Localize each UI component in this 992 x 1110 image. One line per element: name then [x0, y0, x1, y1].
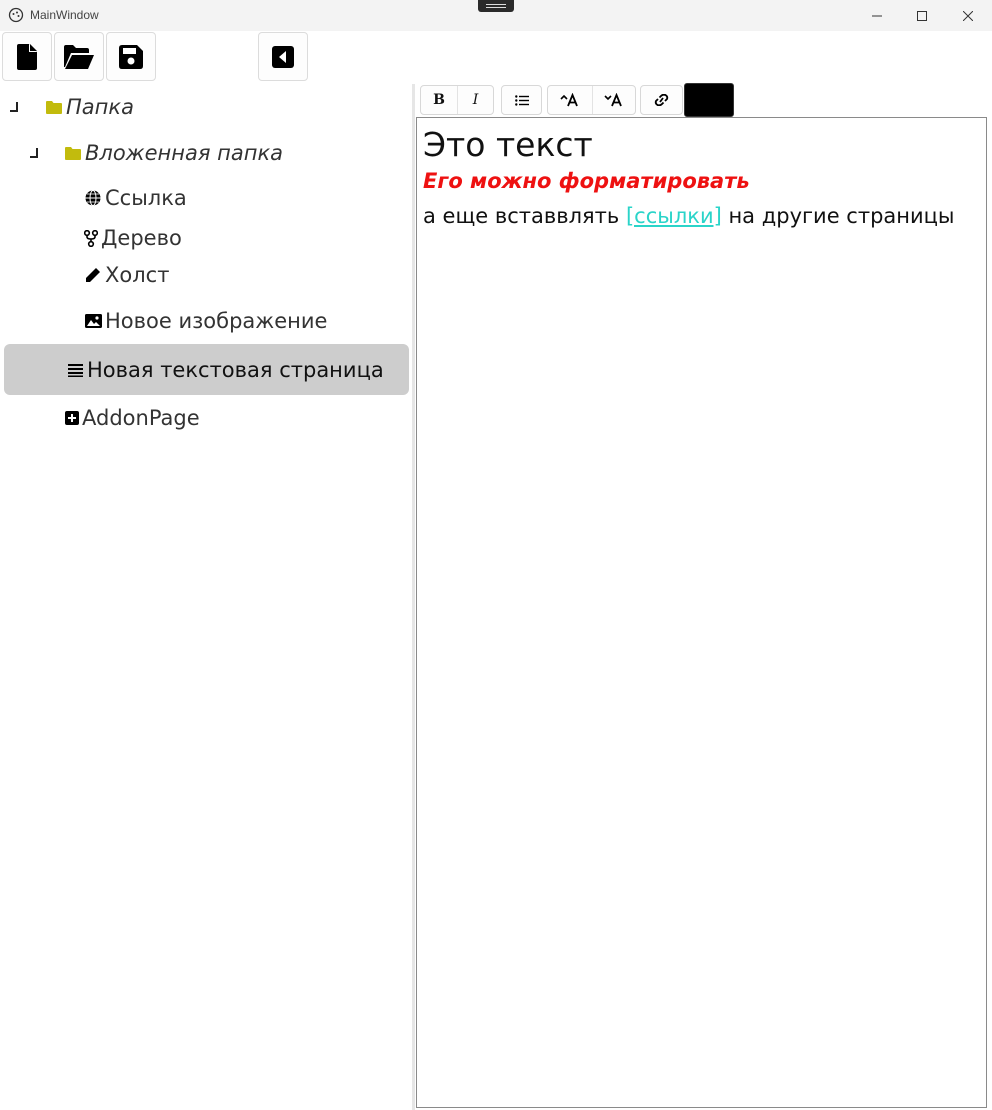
- tree-item-label: Новое изображение: [105, 309, 328, 333]
- editor-heading: Это текст: [423, 125, 593, 164]
- page-link[interactable]: [ссылки]: [626, 204, 722, 228]
- drag-grip[interactable]: [478, 0, 514, 12]
- page-tree: Папка Вложенная папка Ссылка Дерево Холс…: [0, 84, 413, 1110]
- bold-italic-group: B I: [420, 85, 494, 115]
- text-color-picker[interactable]: [684, 83, 734, 117]
- text-lines-icon: [66, 361, 84, 379]
- collapse-panel-icon: [272, 45, 294, 68]
- increase-font-icon: [560, 93, 578, 107]
- close-button[interactable]: [945, 0, 991, 31]
- tree-item-link[interactable]: Ссылка: [84, 180, 187, 216]
- link-group: [640, 85, 683, 115]
- minimize-button[interactable]: [854, 0, 900, 31]
- title-bar: MainWindow: [0, 0, 992, 31]
- maximize-button[interactable]: [899, 0, 945, 31]
- tree-item-label: AddonPage: [82, 406, 200, 430]
- decrease-font-icon: [604, 93, 622, 107]
- tree-item-label: Новая текстовая страница: [87, 358, 384, 382]
- rich-text-editor[interactable]: Это текст Его можно форматировать а еще …: [416, 117, 987, 1108]
- pencil-icon: [84, 266, 102, 284]
- collapse-panel-button[interactable]: [258, 32, 308, 81]
- tree-item-label: Холст: [105, 263, 170, 287]
- image-icon: [84, 312, 102, 330]
- tree-item-folder[interactable]: Папка: [45, 89, 134, 125]
- plus-square-icon: [64, 409, 79, 427]
- insert-link-button[interactable]: [641, 86, 682, 114]
- font-size-group: [547, 85, 636, 115]
- globe-icon: [84, 189, 102, 207]
- list-group: [501, 85, 542, 115]
- bullet-list-button[interactable]: [502, 86, 541, 114]
- link-icon: [654, 94, 669, 106]
- window-title: MainWindow: [30, 8, 99, 22]
- paragraph-text: а еще вставвлять: [423, 204, 626, 228]
- tree-item-tree[interactable]: Дерево: [84, 220, 182, 256]
- close-icon: [963, 10, 973, 21]
- formatted-text: Его можно форматировать: [423, 169, 750, 193]
- open-folder-button[interactable]: [54, 32, 104, 81]
- tree-item-text-page[interactable]: Новая текстовая страница: [66, 352, 384, 388]
- tree-item-label: Вложенная папка: [85, 141, 284, 165]
- save-button[interactable]: [106, 32, 156, 81]
- new-file-button[interactable]: [2, 32, 52, 81]
- decrease-font-button[interactable]: [591, 86, 636, 114]
- tree-branch-icon: [84, 229, 98, 247]
- paragraph-text: на другие страницы: [721, 204, 955, 228]
- tree-item-addon[interactable]: AddonPage: [64, 400, 200, 436]
- tree-item-label: Ссылка: [105, 186, 187, 210]
- tree-item-label: Папка: [66, 95, 134, 119]
- list-icon: [514, 94, 529, 106]
- maximize-icon: [917, 10, 927, 21]
- tree-item-nested-folder[interactable]: Вложенная папка: [64, 135, 283, 171]
- tree-item-label: Дерево: [101, 226, 182, 250]
- expander-icon[interactable]: [28, 148, 38, 158]
- save-icon: [119, 44, 143, 69]
- panel-splitter[interactable]: [412, 84, 415, 1110]
- tree-item-image[interactable]: Новое изображение: [84, 303, 327, 339]
- new-file-icon: [17, 43, 37, 70]
- folder-icon: [45, 98, 63, 116]
- open-folder-icon: [64, 44, 94, 69]
- expander-icon[interactable]: [8, 102, 18, 112]
- italic-button[interactable]: I: [457, 86, 493, 114]
- tree-item-canvas[interactable]: Холст: [84, 257, 169, 293]
- app-icon: [8, 7, 24, 23]
- increase-font-button[interactable]: [548, 86, 592, 114]
- bold-button[interactable]: B: [421, 86, 457, 114]
- folder-icon: [64, 144, 82, 162]
- minimize-icon: [872, 15, 882, 16]
- editor-paragraph: а еще вставвлять [ссылки] на другие стра…: [423, 198, 980, 234]
